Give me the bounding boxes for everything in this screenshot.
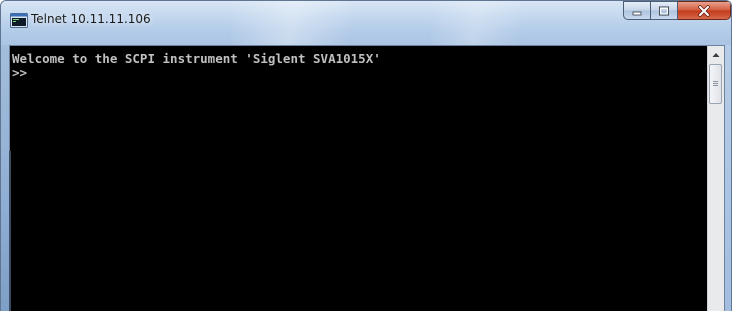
scroll-thumb[interactable] xyxy=(709,64,722,104)
window-right-frame xyxy=(725,45,731,311)
window-left-frame xyxy=(1,45,9,311)
console-area[interactable]: Welcome to the SCPI instrument 'Siglent … xyxy=(9,45,725,311)
terminal-window-icon[interactable] xyxy=(10,13,28,28)
grip-icon xyxy=(713,81,718,87)
scroll-up-arrow-icon xyxy=(712,52,720,57)
maximize-icon xyxy=(659,6,669,15)
close-button[interactable] xyxy=(678,1,731,20)
console-output[interactable]: Welcome to the SCPI instrument 'Siglent … xyxy=(10,46,707,311)
vertical-scrollbar[interactable] xyxy=(707,46,724,311)
minimize-button[interactable] xyxy=(623,1,651,20)
minimize-icon xyxy=(632,11,642,15)
maximize-button[interactable] xyxy=(651,1,678,20)
title-bar[interactable]: Telnet 10.11.11.106 xyxy=(1,1,731,45)
window-title: Telnet 10.11.11.106 xyxy=(31,12,151,26)
close-icon xyxy=(698,4,710,17)
telnet-window: Telnet 10.11.11.106 Welcome to the SCPI … xyxy=(0,0,732,311)
window-left-shadow xyxy=(9,151,11,311)
console-line-welcome: Welcome to the SCPI instrument 'Siglent … xyxy=(12,51,381,66)
titlebar-glass-highlight xyxy=(431,1,521,45)
titlebar-glass-highlight xyxy=(231,1,351,45)
caption-buttons xyxy=(623,1,731,21)
scroll-up-button[interactable] xyxy=(708,46,724,63)
console-line-prompt: >> xyxy=(12,65,28,80)
